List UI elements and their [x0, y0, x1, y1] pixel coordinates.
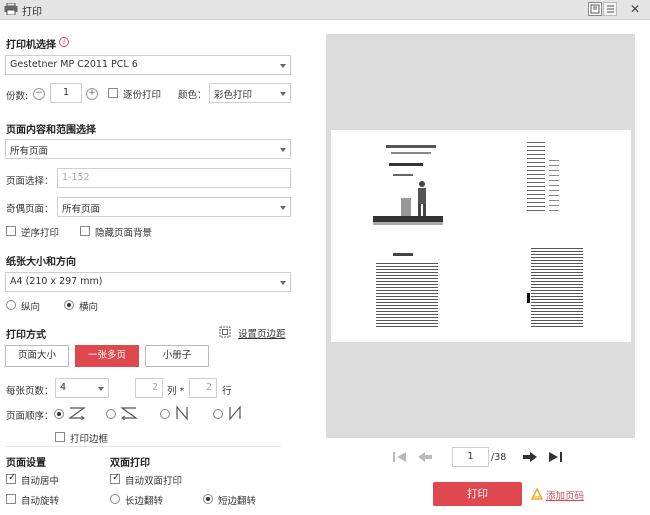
printer-select[interactable]: Gestetner MP C2011 PCL 6 — [5, 55, 291, 75]
preview-text-line — [386, 145, 436, 148]
page-number-icon — [530, 487, 544, 500]
margin-icon[interactable] — [219, 326, 231, 338]
plus-icon[interactable]: + — [86, 88, 98, 100]
portrait-label: 纵向 — [21, 302, 41, 313]
reverse-label: 逆序打印 — [21, 228, 60, 239]
preview-text-block — [549, 160, 559, 212]
preview-title-line — [389, 163, 423, 166]
prev-page-icon[interactable] — [417, 451, 433, 463]
page-order-label: 页面顺序： — [6, 411, 54, 422]
close-icon[interactable]: ✕ — [630, 2, 640, 16]
odd-even-select[interactable]: 所有页面 — [57, 197, 291, 217]
landscape-label: 横向 — [79, 302, 99, 313]
rows-input[interactable]: 2 — [189, 378, 217, 398]
print-border-label: 打印边框 — [70, 434, 109, 445]
auto-center-label: 自动居中 — [21, 476, 60, 487]
current-page-input[interactable]: 1 — [452, 447, 489, 467]
auto-duplex-label: 自动双面打印 — [125, 476, 183, 487]
order-n-vertical-icon — [174, 405, 190, 424]
preview-text-block — [527, 142, 545, 212]
chevron-down-icon — [280, 148, 286, 152]
reverse-checkbox[interactable] — [6, 226, 16, 236]
preview-text-block — [531, 248, 583, 328]
printer-icon — [4, 2, 18, 16]
preview-figure-shadow — [401, 198, 411, 216]
auto-rotate-checkbox[interactable] — [6, 494, 16, 504]
landscape-radio[interactable] — [64, 300, 74, 310]
preview-ground-bar — [373, 222, 443, 225]
pages-per-sheet-label: 每张页数： — [6, 386, 54, 397]
long-edge-label: 长边翻转 — [125, 496, 164, 507]
page-select-label: 页面选择： — [6, 176, 54, 187]
range-section-title: 页面内容和范围选择 — [6, 125, 96, 136]
chevron-down-icon — [98, 387, 104, 391]
preview-text-line — [393, 174, 413, 176]
list-view-icon[interactable] — [603, 2, 617, 16]
copies-label: 份数: — [6, 91, 29, 102]
order-z-horizontal-icon — [68, 406, 86, 423]
hide-bg-label: 隐藏页面背景 — [95, 228, 153, 239]
minus-icon[interactable]: − — [33, 88, 45, 100]
short-edge-radio[interactable] — [203, 494, 213, 504]
order-radio-4[interactable] — [213, 409, 223, 419]
order-reverse-horizontal-icon — [120, 406, 138, 423]
single-view-icon[interactable] — [588, 2, 602, 16]
order-reverse-vertical-icon — [227, 405, 243, 424]
auto-duplex-checkbox[interactable] — [110, 472, 120, 484]
short-edge-label: 短边翻转 — [218, 496, 257, 507]
order-radio-3[interactable] — [160, 409, 170, 419]
print-border-checkbox[interactable] — [55, 432, 65, 442]
rows-label: 行 — [222, 386, 232, 397]
pages-per-sheet-select[interactable]: 4 — [55, 378, 109, 398]
page-setup-title: 页面设置 — [6, 458, 46, 469]
preview-text-block — [376, 263, 438, 329]
preview-title-line — [393, 253, 413, 256]
mode-button-page-size[interactable]: 页面大小 — [5, 345, 69, 367]
paper-section-title: 纸张大小和方向 — [6, 257, 76, 268]
total-pages: /38 — [491, 452, 507, 463]
chevron-down-icon — [280, 206, 286, 210]
next-page-icon[interactable] — [522, 451, 538, 463]
mode-button-booklet[interactable]: 小册子 — [145, 345, 209, 367]
divider — [5, 446, 281, 447]
duplex-title: 双面打印 — [110, 458, 150, 469]
window-title: 打印 — [22, 7, 42, 18]
color-select[interactable]: 彩色打印 — [209, 83, 291, 103]
info-icon[interactable]: i — [59, 37, 69, 47]
preview-marker — [527, 293, 530, 303]
mode-section-title: 打印方式 — [6, 330, 46, 341]
preview-text-line — [391, 152, 431, 154]
margin-link[interactable]: 设置页边距 — [238, 326, 286, 340]
title-bar — [0, 0, 650, 20]
color-label: 颜色： — [178, 90, 207, 101]
auto-rotate-label: 自动旋转 — [21, 496, 60, 507]
cols-input[interactable]: 2 — [135, 378, 163, 398]
odd-even-label: 奇偶页面： — [6, 204, 54, 215]
preview-sheet — [331, 130, 631, 342]
print-button[interactable]: 打印 — [433, 482, 522, 506]
printer-section-title: 打印机选择 — [6, 40, 56, 51]
auto-center-checkbox[interactable] — [6, 472, 16, 484]
long-edge-radio[interactable] — [110, 494, 120, 504]
content-select[interactable]: 所有页面 — [5, 139, 291, 159]
chevron-down-icon — [280, 64, 286, 68]
preview-figure-icon — [415, 180, 429, 216]
hide-bg-checkbox[interactable] — [80, 226, 90, 236]
copies-input[interactable]: 1 — [50, 83, 82, 103]
page-range-input[interactable]: 1-152 — [57, 168, 291, 188]
add-page-number-link[interactable]: 添加页码 — [546, 488, 584, 502]
chevron-down-icon — [280, 92, 286, 96]
chevron-down-icon — [280, 281, 286, 285]
cols-label: 列 * — [167, 386, 185, 397]
mode-button-multi-page[interactable]: 一张多页 — [75, 345, 139, 367]
portrait-radio[interactable] — [6, 300, 16, 310]
collate-label: 逐份打印 — [123, 90, 162, 101]
paper-size-select[interactable]: A4 (210 x 297 mm) — [5, 272, 291, 292]
order-radio-2[interactable] — [106, 409, 116, 419]
collate-checkbox[interactable] — [108, 88, 118, 98]
last-page-icon[interactable] — [547, 451, 563, 463]
first-page-icon[interactable] — [392, 451, 408, 463]
order-radio-1[interactable] — [54, 409, 64, 419]
